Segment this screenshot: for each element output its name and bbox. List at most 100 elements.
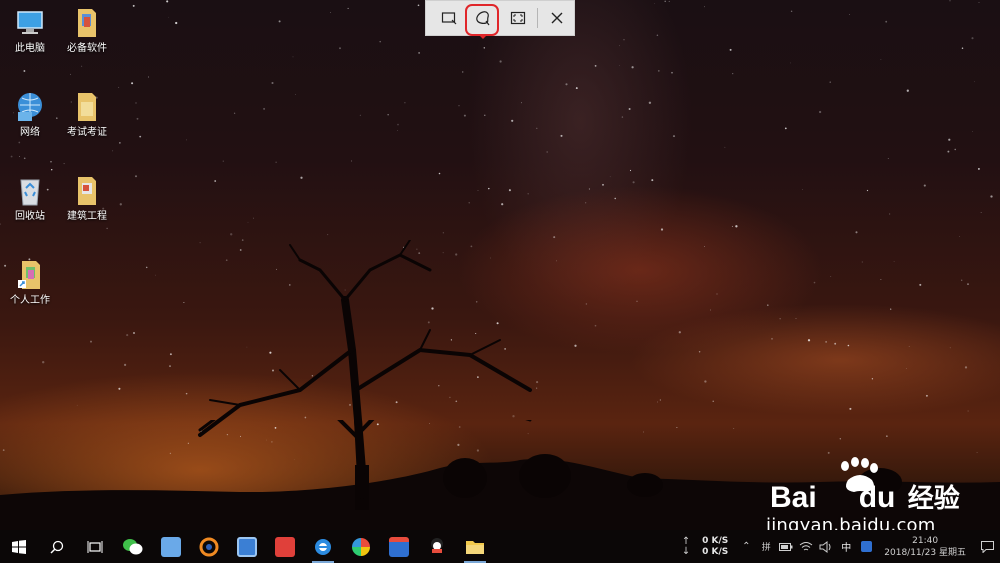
taskbar-app-blue-box[interactable] <box>228 530 266 563</box>
star <box>632 181 635 184</box>
star <box>565 83 568 86</box>
close-icon <box>551 12 563 24</box>
desktop-icon-personal-work[interactable]: 个人工作 <box>0 258 60 307</box>
battery-icon[interactable] <box>776 530 796 563</box>
network-speed-arrows-icon: ↑ ↓ <box>681 535 691 557</box>
star <box>623 39 625 41</box>
taskbar-app-colorful[interactable] <box>342 530 380 563</box>
watermark-cn: 经验 <box>907 483 960 513</box>
close-snip-button[interactable] <box>540 1 574 35</box>
star <box>214 180 217 182</box>
download-speed: 0 K/S <box>702 546 729 557</box>
star <box>483 47 486 49</box>
star <box>553 236 556 239</box>
star <box>230 233 233 236</box>
taskbar-app-mascot[interactable] <box>418 530 456 563</box>
orange-ring-app-icon <box>199 537 219 556</box>
watermark-brand-tail: du <box>858 481 896 514</box>
taskbar-app-browser[interactable] <box>304 530 342 563</box>
fullscreen-snip-icon <box>510 11 525 25</box>
star <box>648 101 652 104</box>
bird-app-icon <box>161 536 181 557</box>
star <box>724 146 726 148</box>
star <box>888 213 891 215</box>
star <box>135 102 137 104</box>
star <box>63 163 65 165</box>
task-view-icon <box>87 540 103 553</box>
star <box>619 65 620 66</box>
desktop-icon-construction[interactable]: 建筑工程 <box>57 174 117 223</box>
star <box>477 190 479 192</box>
rectangular-snip-button[interactable] <box>432 1 466 35</box>
star <box>339 47 341 50</box>
fullscreen-snip-button[interactable] <box>501 1 535 35</box>
toolbar-separator <box>536 8 538 28</box>
star <box>295 94 296 95</box>
star <box>849 13 851 15</box>
taskbar-app-it[interactable] <box>266 530 304 563</box>
folder-shortcut-icon <box>13 258 47 292</box>
wifi-icon[interactable] <box>796 530 816 563</box>
star <box>379 40 381 43</box>
star <box>106 227 108 230</box>
star <box>351 160 353 162</box>
star <box>139 135 142 138</box>
ime-mode-icon[interactable]: 拼 <box>756 530 776 563</box>
ime-language-indicator[interactable]: 中 <box>836 530 856 563</box>
star <box>23 70 26 72</box>
star <box>536 127 538 129</box>
star <box>980 212 982 213</box>
star <box>327 234 329 236</box>
system-clock[interactable]: 21:40 2018/11/23 星期五 <box>876 535 974 559</box>
star <box>657 69 660 72</box>
star <box>81 65 83 67</box>
mascot-app-icon <box>431 537 443 553</box>
star <box>660 228 664 231</box>
star <box>508 189 511 192</box>
task-view-button[interactable] <box>76 530 114 563</box>
star <box>651 179 654 182</box>
folder-icon <box>70 6 104 40</box>
chevron-up-icon[interactable]: ⌃ <box>736 530 756 563</box>
star <box>614 197 616 200</box>
star <box>136 117 139 120</box>
star <box>50 161 52 163</box>
star <box>458 105 460 107</box>
calendar-app-icon <box>389 536 409 557</box>
desktop-icon-network[interactable]: 网络 <box>0 90 60 139</box>
star <box>790 10 793 13</box>
taskbar-app-orange-ring[interactable] <box>190 530 228 563</box>
star <box>594 64 597 67</box>
action-center-icon[interactable] <box>974 530 1000 563</box>
folder-icon <box>70 174 104 208</box>
taskbar-app-wechat[interactable] <box>114 530 152 563</box>
star <box>132 4 135 7</box>
taskbar-app-file-explorer[interactable] <box>456 530 494 563</box>
computer-icon <box>13 6 47 40</box>
folder-icon <box>70 90 104 124</box>
desktop-wallpaper <box>0 0 1000 530</box>
desktop-icon-label: 必备软件 <box>67 43 107 54</box>
desktop-icon-this-pc[interactable]: 此电脑 <box>0 6 60 55</box>
network-speed: 0 K/S 0 K/S <box>696 536 736 558</box>
desktop-icon-exams[interactable]: 考试考证 <box>57 90 117 139</box>
upload-speed: 0 K/S <box>702 535 729 546</box>
star <box>672 135 676 138</box>
desktop-icon-recycle-bin[interactable]: 回收站 <box>0 174 60 223</box>
volume-icon[interactable] <box>816 530 836 563</box>
star <box>222 160 224 162</box>
star <box>671 71 673 74</box>
star <box>118 86 120 88</box>
desktop-icon-essential-software[interactable]: 必备软件 <box>57 6 117 55</box>
search-button[interactable] <box>38 530 76 563</box>
star <box>175 21 178 25</box>
recycle-bin-icon <box>13 174 47 208</box>
star <box>271 81 274 85</box>
taskbar-app-bird[interactable] <box>152 530 190 563</box>
start-button[interactable] <box>0 530 38 563</box>
star <box>404 102 406 104</box>
star <box>119 142 121 144</box>
taskbar-app-calendar[interactable] <box>380 530 418 563</box>
input-method-icon[interactable] <box>856 530 876 563</box>
star <box>906 89 909 92</box>
